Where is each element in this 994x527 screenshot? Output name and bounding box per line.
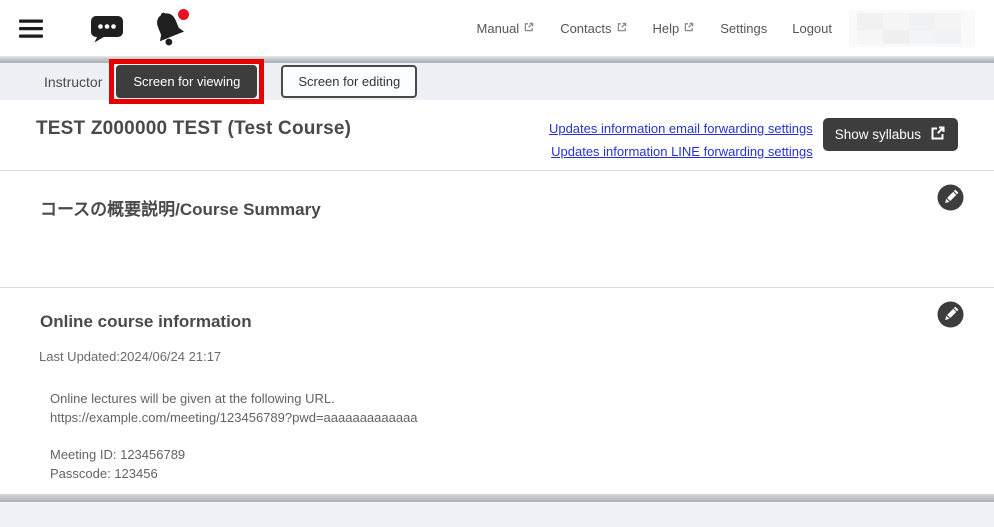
external-link-icon <box>523 21 535 36</box>
red-annotation-highlight: Screen for viewing <box>109 59 264 104</box>
footer-shadow-divider <box>0 494 994 502</box>
nav-help-link[interactable]: Help <box>653 21 696 36</box>
top-header: Manual Contacts Help <box>0 0 994 56</box>
nav-contacts-label: Contacts <box>560 21 611 36</box>
nav-manual-label: Manual <box>477 21 520 36</box>
role-label: Instructor <box>44 74 102 90</box>
external-link-icon <box>930 125 946 144</box>
edit-online-course-info-button[interactable] <box>937 301 964 328</box>
notification-bell-icon[interactable] <box>148 7 192 49</box>
edit-course-summary-button[interactable] <box>937 184 964 211</box>
redacted-username-block <box>849 10 975 47</box>
role-tab-bar: Instructor Screen for viewing Screen for… <box>0 63 994 100</box>
online-course-info-section: Online course information Last Updated:2… <box>0 287 994 502</box>
footer-strip <box>0 502 994 527</box>
chat-messages-icon[interactable] <box>90 13 124 43</box>
nav-contacts-link[interactable]: Contacts <box>560 21 627 36</box>
last-updated-text: Last Updated:2024/06/24 21:17 <box>39 349 994 364</box>
line-forwarding-settings-link[interactable]: Updates information LINE forwarding sett… <box>551 144 813 159</box>
forwarding-links: Updates information email forwarding set… <box>549 118 813 159</box>
online-course-info-heading: Online course information <box>40 312 994 332</box>
email-forwarding-settings-link[interactable]: Updates information email forwarding set… <box>549 121 813 136</box>
show-syllabus-button[interactable]: Show syllabus <box>823 118 958 151</box>
nav-manual-link[interactable]: Manual <box>477 21 536 36</box>
nav-help-label: Help <box>653 21 680 36</box>
course-summary-heading: コースの概要説明/Course Summary <box>40 195 994 220</box>
hamburger-menu-icon[interactable] <box>18 18 44 39</box>
notification-dot <box>178 9 189 20</box>
screen-for-editing-button[interactable]: Screen for editing <box>281 65 417 98</box>
screen-for-viewing-button[interactable]: Screen for viewing <box>116 65 257 98</box>
course-title: TEST Z000000 TEST (Test Course) <box>36 118 351 140</box>
passcode: Passcode: 123456 <box>50 465 994 484</box>
page: Manual Contacts Help <box>0 0 994 527</box>
external-link-icon <box>683 21 695 36</box>
nav-logout-label: Logout <box>792 21 832 36</box>
online-info-intro: Online lectures will be given at the fol… <box>50 390 994 409</box>
nav-settings-link[interactable]: Settings <box>720 21 767 36</box>
course-summary-section: コースの概要説明/Course Summary <box>0 170 994 287</box>
nav-logout-link[interactable]: Logout <box>792 21 832 36</box>
nav-settings-label: Settings <box>720 21 767 36</box>
course-title-row: TEST Z000000 TEST (Test Course) Updates … <box>0 100 994 170</box>
meeting-id: Meeting ID: 123456789 <box>50 446 994 465</box>
external-link-icon <box>616 21 628 36</box>
show-syllabus-label: Show syllabus <box>835 127 921 142</box>
meeting-url: https://example.com/meeting/123456789?pw… <box>50 409 994 428</box>
top-nav: Manual Contacts Help <box>477 21 832 36</box>
online-info-body: Online lectures will be given at the fol… <box>50 390 994 483</box>
